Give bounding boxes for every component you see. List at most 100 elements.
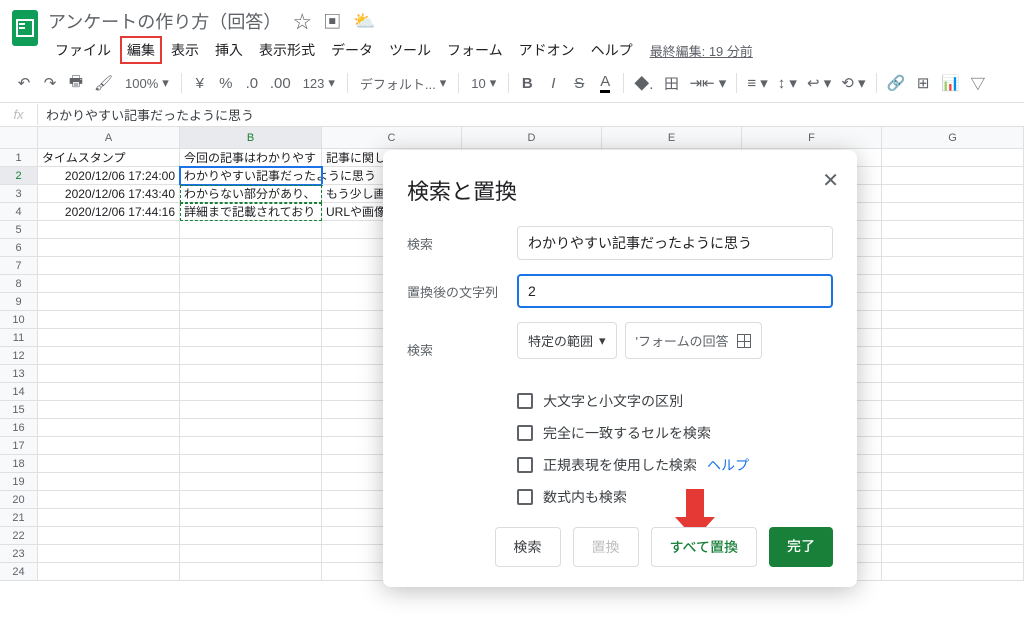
menu-edit[interactable]: 編集 bbox=[120, 36, 162, 64]
menu-view[interactable]: 表示 bbox=[164, 36, 206, 64]
cell[interactable] bbox=[882, 347, 1024, 365]
cell[interactable] bbox=[882, 257, 1024, 275]
cell[interactable] bbox=[38, 293, 180, 311]
cell[interactable] bbox=[180, 545, 322, 563]
cell[interactable] bbox=[38, 545, 180, 563]
valign-icon[interactable]: ↕ ▾ bbox=[774, 70, 801, 96]
cell[interactable] bbox=[180, 347, 322, 365]
more-formats[interactable]: 123 ▾ bbox=[297, 75, 341, 91]
cell[interactable] bbox=[38, 365, 180, 383]
cell[interactable] bbox=[882, 203, 1024, 221]
cell[interactable] bbox=[180, 527, 322, 545]
row-header[interactable]: 1 bbox=[0, 149, 38, 167]
close-icon[interactable]: ✕ bbox=[822, 168, 839, 193]
cell[interactable] bbox=[38, 257, 180, 275]
cell[interactable] bbox=[882, 293, 1024, 311]
col-header-B[interactable]: B bbox=[180, 127, 322, 149]
cell[interactable] bbox=[882, 329, 1024, 347]
cell[interactable] bbox=[38, 329, 180, 347]
cell[interactable] bbox=[180, 365, 322, 383]
formula-input[interactable]: わかりやすい記事だったように思う bbox=[38, 102, 1024, 127]
row-header[interactable]: 12 bbox=[0, 347, 38, 365]
star-icon[interactable]: ☆ bbox=[293, 8, 311, 34]
cell[interactable] bbox=[882, 221, 1024, 239]
row-header[interactable]: 15 bbox=[0, 401, 38, 419]
cell[interactable] bbox=[882, 437, 1024, 455]
cell[interactable] bbox=[882, 491, 1024, 509]
col-header-E[interactable]: E bbox=[602, 127, 742, 149]
col-header-A[interactable]: A bbox=[38, 127, 180, 149]
cell[interactable] bbox=[882, 311, 1024, 329]
cell[interactable] bbox=[882, 185, 1024, 203]
cell[interactable] bbox=[180, 491, 322, 509]
link-icon[interactable]: 🔗 bbox=[883, 70, 910, 96]
row-header[interactable]: 17 bbox=[0, 437, 38, 455]
cell[interactable] bbox=[38, 563, 180, 581]
select-all-corner[interactable] bbox=[0, 127, 38, 149]
merge-icon[interactable]: ⇥⇤ ▾ bbox=[685, 70, 730, 96]
cell[interactable] bbox=[180, 383, 322, 401]
cell[interactable]: 2020/12/06 17:43:40 bbox=[38, 185, 180, 203]
cell[interactable] bbox=[38, 419, 180, 437]
regex-help-link[interactable]: ヘルプ bbox=[707, 455, 749, 475]
cell[interactable] bbox=[38, 509, 180, 527]
col-header-G[interactable]: G bbox=[882, 127, 1024, 149]
cell[interactable] bbox=[882, 419, 1024, 437]
row-header[interactable]: 14 bbox=[0, 383, 38, 401]
menu-addons[interactable]: アドオン bbox=[512, 36, 582, 64]
done-button[interactable]: 完了 bbox=[769, 527, 833, 567]
cell[interactable] bbox=[38, 401, 180, 419]
cell[interactable] bbox=[882, 275, 1024, 293]
scope-range-input[interactable]: 'フォームの回答 bbox=[625, 322, 762, 359]
cell[interactable] bbox=[38, 437, 180, 455]
cell[interactable] bbox=[38, 473, 180, 491]
cell[interactable] bbox=[882, 473, 1024, 491]
col-header-D[interactable]: D bbox=[462, 127, 602, 149]
print-icon[interactable]: 🖶 bbox=[64, 70, 88, 96]
last-edit[interactable]: 最終編集: 19 分前 bbox=[650, 41, 753, 60]
text-color-icon[interactable]: A bbox=[593, 70, 617, 96]
filter-icon[interactable]: ▽ bbox=[966, 70, 990, 96]
cell[interactable] bbox=[882, 167, 1024, 185]
cell[interactable] bbox=[882, 527, 1024, 545]
fill-icon[interactable]: ◆. bbox=[630, 70, 657, 96]
cell[interactable]: 2020/12/06 17:44:16 bbox=[38, 203, 180, 221]
row-header[interactable]: 8 bbox=[0, 275, 38, 293]
font-select[interactable]: デフォルト... ▾ bbox=[354, 74, 452, 93]
row-header[interactable]: 24 bbox=[0, 563, 38, 581]
chart-icon[interactable]: 📊 bbox=[937, 70, 964, 96]
strike-icon[interactable]: S bbox=[567, 70, 591, 96]
cell[interactable] bbox=[38, 221, 180, 239]
checkbox-case[interactable] bbox=[517, 393, 533, 409]
row-header[interactable]: 11 bbox=[0, 329, 38, 347]
row-header[interactable]: 4 bbox=[0, 203, 38, 221]
cell[interactable] bbox=[180, 455, 322, 473]
cell[interactable]: 2020/12/06 17:24:00 bbox=[38, 167, 180, 185]
row-header[interactable]: 3 bbox=[0, 185, 38, 203]
cell[interactable] bbox=[38, 275, 180, 293]
cell[interactable] bbox=[180, 419, 322, 437]
cell[interactable] bbox=[882, 509, 1024, 527]
row-header[interactable]: 7 bbox=[0, 257, 38, 275]
cell[interactable] bbox=[180, 329, 322, 347]
find-button[interactable]: 検索 bbox=[495, 527, 561, 567]
cloud-icon[interactable]: ⛅ bbox=[353, 11, 375, 32]
row-header[interactable]: 22 bbox=[0, 527, 38, 545]
row-header[interactable]: 20 bbox=[0, 491, 38, 509]
doc-title[interactable]: アンケートの作り方（回答） bbox=[48, 8, 281, 34]
search-input[interactable] bbox=[517, 226, 833, 260]
cell[interactable] bbox=[180, 221, 322, 239]
cell[interactable] bbox=[180, 275, 322, 293]
cell[interactable] bbox=[38, 311, 180, 329]
cell[interactable] bbox=[180, 257, 322, 275]
cell[interactable] bbox=[180, 293, 322, 311]
cell[interactable]: わからない部分があり、 bbox=[180, 185, 322, 203]
italic-icon[interactable]: I bbox=[541, 70, 565, 96]
cell[interactable] bbox=[38, 347, 180, 365]
col-header-F[interactable]: F bbox=[742, 127, 882, 149]
rotate-icon[interactable]: ⟲ ▾ bbox=[837, 70, 869, 96]
cell[interactable] bbox=[882, 239, 1024, 257]
cell[interactable] bbox=[38, 491, 180, 509]
scope-select[interactable]: 特定の範囲 ▾ bbox=[517, 322, 617, 359]
halign-icon[interactable]: ≡ ▾ bbox=[743, 70, 771, 96]
